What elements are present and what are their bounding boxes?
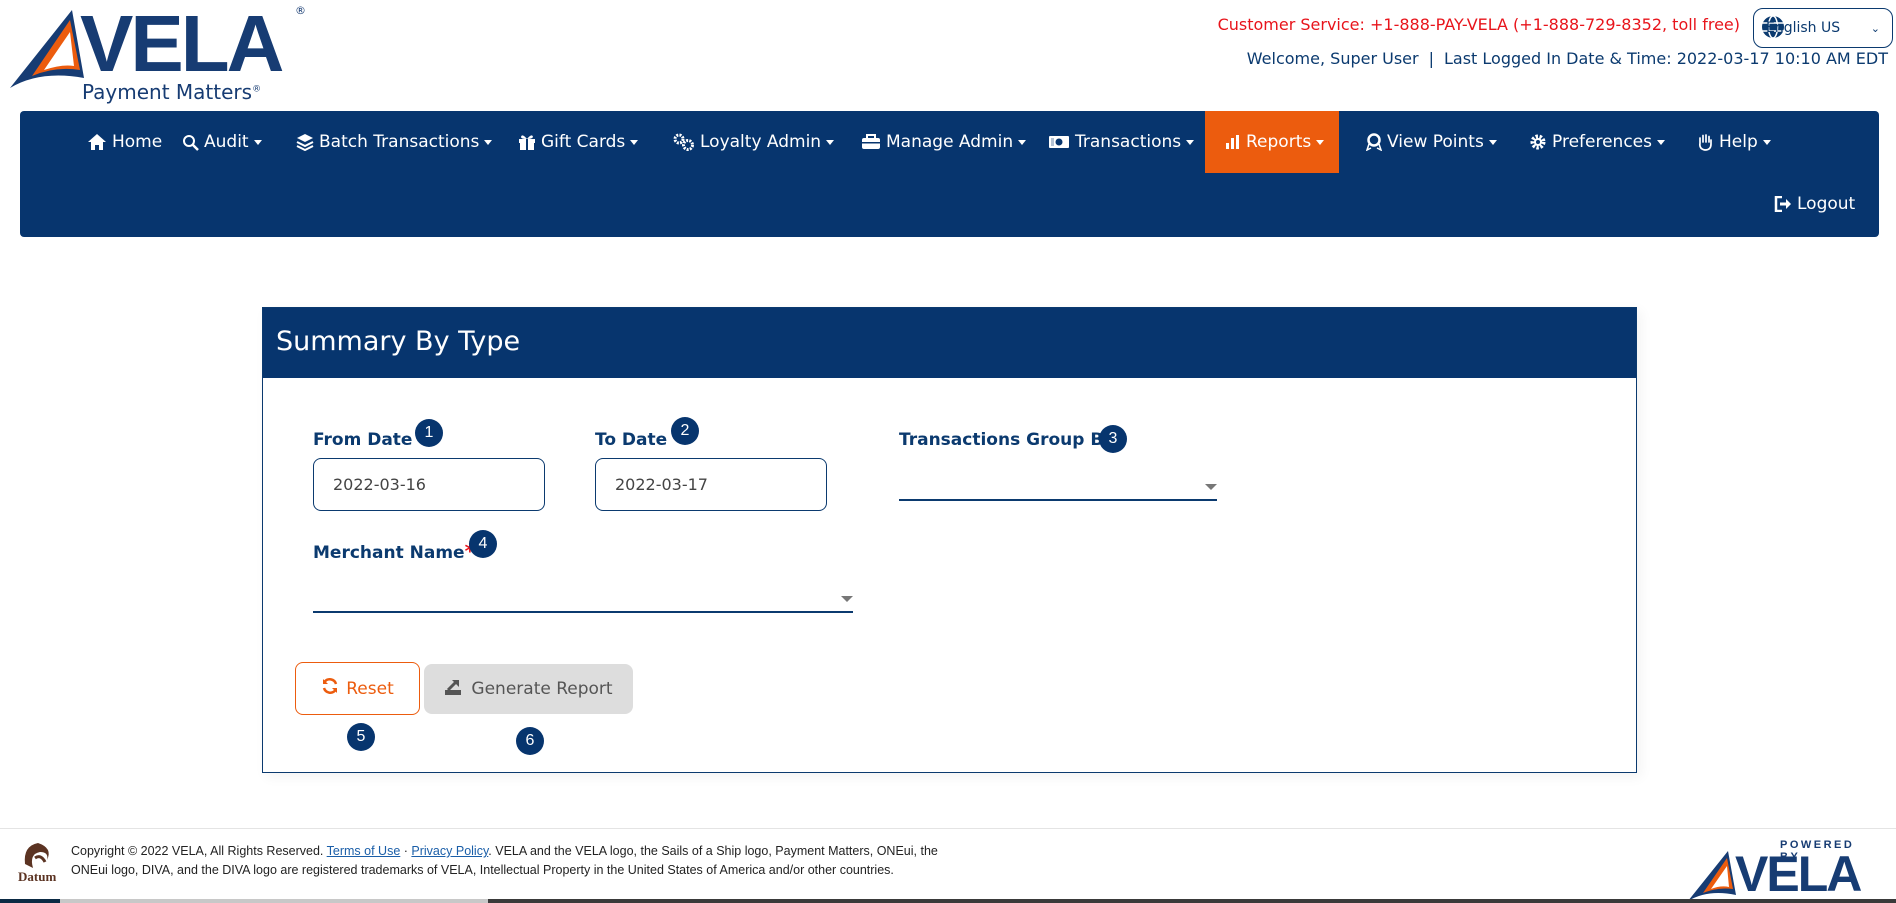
caret-down-icon — [484, 139, 493, 145]
nav-label: Manage Admin — [886, 132, 1014, 152]
nav-label: Batch Transactions — [319, 132, 480, 152]
terms-of-use-link[interactable]: Terms of Use — [327, 844, 401, 858]
refresh-icon — [321, 677, 339, 700]
customer-service-text: Customer Service: +1-888-PAY-VELA (+1-88… — [1217, 15, 1740, 34]
merchant-name-label: Merchant Name* — [313, 539, 476, 563]
nav-view-points[interactable]: View Points — [1354, 111, 1509, 173]
language-selected: English US — [1766, 20, 1841, 36]
registered-mark: ® — [295, 4, 306, 17]
summary-by-type-card: Summary By Type From Date 1 2022-03-16 T… — [262, 307, 1637, 773]
separator: | — [1428, 49, 1434, 68]
cogs-icon — [673, 133, 695, 151]
step-badge-2: 2 — [671, 417, 699, 445]
privacy-policy-link[interactable]: Privacy Policy — [411, 844, 488, 858]
caret-down-icon — [1186, 139, 1195, 145]
from-date-input[interactable]: 2022-03-16 — [313, 458, 545, 511]
sail-logo-icon — [1688, 851, 1736, 901]
to-date-label: To Date — [595, 430, 668, 450]
vela-logo[interactable]: VELA ® Payment Matters® — [10, 0, 320, 106]
toolbox-icon — [861, 134, 881, 150]
award-icon — [1366, 133, 1382, 151]
caret-down-icon — [1488, 139, 1497, 145]
caret-down-icon — [630, 139, 639, 145]
welcome-text: Welcome, Super User — [1246, 49, 1419, 68]
dropdown-arrow-icon — [841, 596, 853, 602]
reset-button[interactable]: Reset — [295, 662, 420, 715]
merchant-name-select[interactable] — [313, 583, 853, 613]
nav-preferences[interactable]: Preferences — [1517, 111, 1677, 173]
powered-by-vela-logo: POWERED BY VELA — [1688, 839, 1878, 902]
nav-home[interactable]: Home — [75, 111, 174, 173]
caret-down-icon — [1762, 139, 1771, 145]
footer: Datum Copyright © 2022 VELA, All Rights … — [0, 828, 1896, 903]
nav-gift-cards[interactable]: Gift Cards — [506, 111, 650, 173]
nav-label: Loyalty Admin — [700, 132, 822, 152]
nav-label: Reports — [1246, 132, 1312, 152]
card-title: Summary By Type — [263, 308, 1636, 378]
nav-help[interactable]: Help — [1684, 111, 1783, 173]
nav-label: Audit — [204, 132, 249, 152]
chevron-down-icon: ⌄ — [1870, 21, 1880, 35]
generate-report-label: Generate Report — [471, 679, 613, 699]
gear-icon — [1529, 133, 1547, 151]
nav-label: View Points — [1387, 132, 1484, 152]
language-select[interactable]: English US ⌄ — [1753, 8, 1893, 48]
step-badge-1: 1 — [415, 419, 443, 447]
sail-logo-icon — [10, 10, 84, 88]
step-badge-5: 5 — [347, 723, 375, 751]
reset-label: Reset — [346, 678, 394, 699]
bar-chart-icon — [1225, 134, 1241, 150]
logo-wordmark: VELA — [80, 0, 284, 88]
hand-icon — [1696, 133, 1714, 151]
nav-transactions[interactable]: Transactions — [1036, 111, 1206, 173]
nav-reports[interactable]: Reports — [1205, 111, 1339, 173]
layers-icon — [296, 133, 314, 151]
nav-label: Transactions — [1075, 132, 1182, 152]
dropdown-arrow-icon — [1205, 484, 1217, 490]
user-info: Welcome, Super User | Last Logged In Date … — [1247, 49, 1888, 68]
caret-down-icon — [253, 139, 262, 145]
caret-down-icon — [1018, 139, 1027, 145]
main-navbar: Home Audit Batch Transactions Gift Cards… — [20, 111, 1879, 237]
logout-icon — [1774, 196, 1792, 212]
audit-search-icon — [182, 134, 199, 151]
nav-audit[interactable]: Audit — [170, 111, 274, 173]
nav-label: Gift Cards — [541, 132, 626, 152]
to-date-input[interactable]: 2022-03-17 — [595, 458, 827, 511]
export-icon — [444, 678, 462, 701]
nav-logout[interactable]: Logout — [1762, 173, 1867, 235]
from-date-label: From Date — [313, 430, 413, 450]
nav-manage-admin[interactable]: Manage Admin — [849, 111, 1038, 173]
nav-loyalty-admin[interactable]: Loyalty Admin — [661, 111, 846, 173]
nav-label: Home — [112, 132, 163, 152]
step-badge-4: 4 — [469, 530, 497, 558]
nav-label: Help — [1719, 132, 1758, 152]
nav-batch-transactions[interactable]: Batch Transactions — [284, 111, 504, 173]
logo-tagline: Payment Matters® — [82, 80, 262, 104]
last-login-text: Last Logged In Date & Time: 2022-03-17 1… — [1443, 49, 1888, 68]
caret-down-icon — [826, 139, 835, 145]
taskbar-strip — [0, 899, 1896, 903]
step-badge-3: 3 — [1099, 425, 1127, 453]
copyright-text: Copyright © 2022 VELA, All Rights Reserv… — [71, 844, 938, 877]
datum-label: Datum — [18, 869, 57, 884]
nav-label: Logout — [1797, 194, 1856, 214]
group-by-label: Transactions Group By* — [899, 428, 1125, 450]
caret-down-icon — [1316, 139, 1325, 145]
nav-label: Preferences — [1552, 132, 1652, 152]
generate-report-button[interactable]: Generate Report — [424, 664, 633, 714]
money-bill-icon — [1048, 134, 1070, 150]
home-icon — [87, 133, 107, 151]
caret-down-icon — [1656, 139, 1665, 145]
step-badge-6: 6 — [516, 727, 544, 755]
gift-icon — [518, 133, 536, 151]
group-by-select[interactable] — [899, 471, 1217, 501]
